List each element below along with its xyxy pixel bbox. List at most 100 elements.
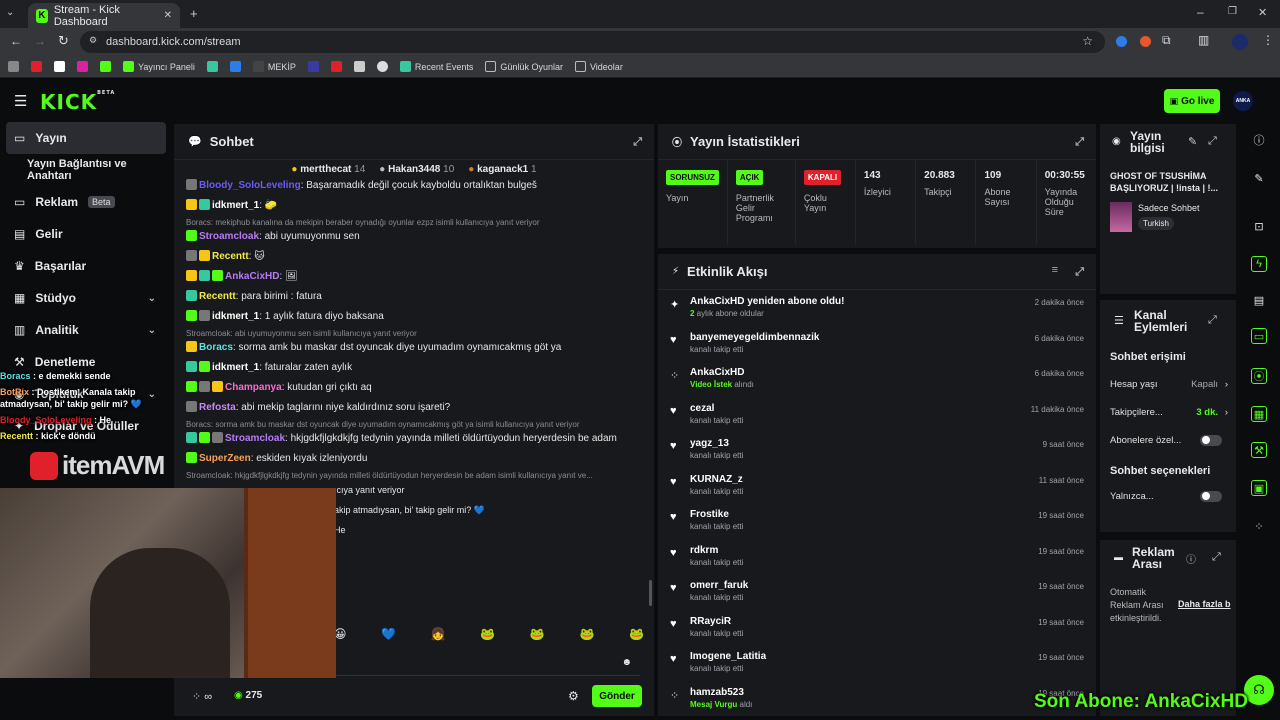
emote-icon[interactable]: 🐸: [579, 627, 594, 647]
send-button[interactable]: Gönder: [592, 685, 642, 707]
event-item[interactable]: ♥ yagz_13 kanalı takip etti 9 saat önce: [658, 432, 1096, 468]
browser-menu-icon[interactable]: ⋮: [1262, 33, 1274, 47]
extension-icon[interactable]: [1116, 36, 1127, 47]
event-item[interactable]: ♥ KURNAZ_z kanalı takip etti 11 saat önce: [658, 468, 1096, 504]
category-thumbnail[interactable]: [1110, 202, 1132, 232]
site-info-icon[interactable]: ⚙: [89, 35, 97, 46]
bookmark-x[interactable]: [54, 61, 65, 72]
profile-avatar-icon[interactable]: [1232, 34, 1248, 50]
sidebar-item-gelir[interactable]: ▤ Gelir: [0, 218, 172, 250]
info-icon[interactable]: ⓘ: [1186, 551, 1196, 566]
broadcast-icon[interactable]: ⦿: [1251, 368, 1267, 384]
chat-message[interactable]: Refosta: abi mekip taglarını niye kaldır…: [174, 398, 646, 418]
layout-icon[interactable]: ▣: [1251, 480, 1267, 496]
chat-message[interactable]: idkmert_1: faturalar zaten aylık: [174, 358, 646, 378]
chat-username[interactable]: SuperZeen: [199, 453, 251, 464]
emoji-icon[interactable]: ☻: [621, 657, 632, 668]
edit-icon[interactable]: ✎: [1188, 135, 1197, 148]
event-item[interactable]: ♥ rdkrm kanalı takip etti 19 saat önce: [658, 539, 1096, 575]
minimize-icon[interactable]: –: [1197, 5, 1204, 19]
chat-message[interactable]: Champanya: kutudan gri çıktı aq: [174, 378, 646, 398]
user-avatar[interactable]: ANKA: [1233, 91, 1253, 111]
chat-message[interactable]: Recentt: para birimi : fatura: [174, 287, 646, 307]
bookmark-item[interactable]: [353, 61, 365, 72]
chat-message[interactable]: idkmert_1: 🧽: [174, 196, 646, 216]
bookmark-item[interactable]: [376, 61, 388, 72]
sidebar-item-basarilar[interactable]: ♛ Başarılar: [0, 250, 172, 282]
gifter-3[interactable]: ● kaganack1 1: [468, 164, 536, 175]
more-info-link[interactable]: Daha fazla b: [1178, 599, 1231, 609]
sidebar-item-analitik[interactable]: ▥ Analitik ⌄: [0, 314, 172, 346]
followers-only-row[interactable]: Takipçilere... 3 dk. ›: [1100, 398, 1236, 426]
close-window-icon[interactable]: ✕: [1258, 6, 1267, 19]
lightning-icon[interactable]: ϟ: [1251, 256, 1267, 272]
filter-icon[interactable]: ≡: [1052, 264, 1058, 276]
chat-message[interactable]: idkmert_1: 1 aylık fatura diyo baksana: [174, 307, 646, 327]
chat-username[interactable]: Boracs: [199, 342, 233, 353]
subscribers-only-row[interactable]: Abonelere özel...: [1100, 426, 1236, 454]
bookmark-instagram[interactable]: [77, 61, 88, 72]
sidebar-item-yayin[interactable]: ▭ Yayın: [6, 122, 166, 154]
emote-icon[interactable]: 💙: [381, 627, 396, 647]
new-tab-icon[interactable]: +: [190, 6, 198, 21]
subscribers-only-toggle[interactable]: [1200, 434, 1222, 446]
reload-icon[interactable]: ↻: [58, 33, 69, 49]
bookmark-youtube[interactable]: [330, 61, 342, 72]
chat-icon[interactable]: ▭: [1251, 328, 1267, 344]
kick-logo[interactable]: KICKBETA: [40, 90, 115, 114]
bookmark-item[interactable]: [206, 61, 218, 72]
restore-icon[interactable]: ❐: [1228, 6, 1237, 17]
chat-username[interactable]: Stroamcloak: [225, 433, 285, 444]
chevron-down-icon[interactable]: ⌄: [148, 293, 156, 304]
channel-points[interactable]: ◉ 275: [234, 690, 262, 701]
event-item[interactable]: ⁘ AnkaCixHD Video İstek alındı 6 dakika önc…: [658, 361, 1096, 397]
chat-username[interactable]: Champanya: [225, 382, 282, 393]
gifter-2[interactable]: ● Hakan3448 10: [379, 164, 454, 175]
bookmark-recent-events[interactable]: Recent Events: [399, 61, 473, 72]
chat-message[interactable]: Boracs: sorma amk bu maskar dst oyuncak …: [174, 338, 646, 358]
info-icon[interactable]: ⓘ: [1251, 132, 1267, 148]
chat-username[interactable]: AnkaCixHD: [225, 271, 279, 282]
scrollbar[interactable]: [649, 580, 652, 606]
storage-icon[interactable]: ▦: [1251, 406, 1267, 422]
extension-icon[interactable]: [1140, 36, 1151, 47]
chat-username[interactable]: Recentt: [199, 291, 236, 302]
account-age-row[interactable]: Hesap yaşı Kapalı ›: [1100, 370, 1236, 398]
go-live-button[interactable]: ▣ Go live: [1164, 89, 1220, 113]
chat-settings-icon[interactable]: ⚙: [568, 689, 579, 703]
popout-icon[interactable]: ⤢: [633, 136, 642, 149]
wrench-icon[interactable]: ⚒: [1251, 442, 1267, 458]
kicks-icon[interactable]: ⁘: [1251, 518, 1267, 534]
help-icon[interactable]: ☊: [1244, 675, 1274, 705]
document-icon[interactable]: ▤: [1251, 292, 1267, 308]
popout-icon[interactable]: ⤢: [1212, 551, 1221, 564]
chat-message[interactable]: Recentt: 🐱: [174, 247, 646, 267]
only-row[interactable]: Yalnızca...: [1100, 482, 1236, 510]
popout-icon[interactable]: ⤢: [1208, 314, 1217, 327]
sidebar-item-reklam[interactable]: ▭ Reklam Beta: [0, 186, 172, 218]
menu-icon[interactable]: ☰: [14, 92, 27, 110]
chat-message[interactable]: Stroamcloak: abi uyumuyonmu sen: [174, 227, 646, 247]
chat-username[interactable]: idkmert_1: [212, 311, 259, 322]
chat-username[interactable]: Stroamcloak: [199, 231, 259, 242]
sidebar-item-studyo[interactable]: ▦ Stüdyo ⌄: [0, 282, 172, 314]
event-item[interactable]: ♥ cezal kanalı takip etti 11 dakika önce: [658, 397, 1096, 433]
bookmark-yayinci-paneli[interactable]: Yayıncı Paneli: [123, 61, 195, 72]
bookmark-videolar[interactable]: Videolar: [574, 61, 623, 72]
chat-message[interactable]: Bloody_SoloLeveling: Başaramadık değil ç…: [174, 176, 646, 196]
event-list[interactable]: ✦ AnkaCixHD yeniden abone oldu! 2 aylık ab…: [658, 290, 1096, 716]
emote-icon[interactable]: 🐸: [629, 627, 644, 647]
chat-username[interactable]: Refosta: [199, 402, 236, 413]
chat-username[interactable]: Bloody_SoloLeveling: [199, 180, 301, 191]
apps-icon[interactable]: [8, 61, 19, 72]
crop-icon[interactable]: ⊡: [1251, 218, 1267, 234]
chat-username[interactable]: Recentt: [212, 251, 249, 262]
emote-icon[interactable]: 👧: [431, 627, 446, 647]
popout-icon[interactable]: ⤢: [1208, 135, 1217, 148]
bookmark-youtube[interactable]: [31, 61, 42, 72]
bookmark-gunluk-oyunlar[interactable]: Günlük Oyunlar: [485, 61, 563, 72]
event-item[interactable]: ♥ RRayciR kanalı takip etti 19 saat önce: [658, 610, 1096, 646]
event-item[interactable]: ♥ omerr_faruk kanalı takip etti 19 saat önc…: [658, 574, 1096, 610]
bookmark-star-icon[interactable]: ☆: [1082, 34, 1093, 48]
event-item[interactable]: ✦ AnkaCixHD yeniden abone oldu! 2 aylık ab…: [658, 290, 1096, 326]
